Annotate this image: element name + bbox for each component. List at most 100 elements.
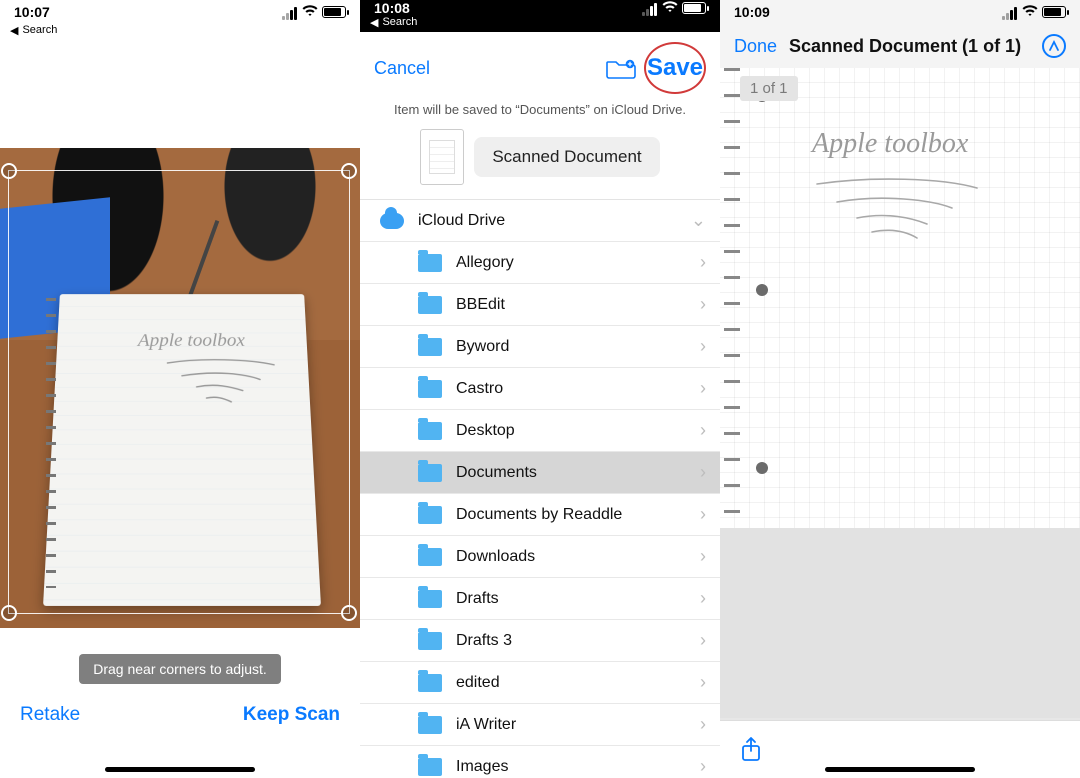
folder-label: Documents	[456, 464, 537, 482]
save-nav-bar: Cancel Save	[360, 32, 720, 102]
screen-save-dialog: 10:08 ◀ Search Cancel Save Item will be …	[360, 0, 720, 778]
battery-icon	[1042, 6, 1066, 18]
folder-item[interactable]: Downloads›	[360, 536, 720, 578]
folder-icon	[418, 716, 442, 734]
page-spiral	[724, 68, 740, 528]
folder-icon	[418, 758, 442, 776]
preview-header: Done Scanned Document (1 of 1)	[720, 24, 1080, 68]
wifi-icon	[662, 0, 678, 16]
back-label-text: Search	[22, 24, 57, 36]
chevron-right-icon: ›	[700, 420, 706, 441]
folder-item[interactable]: Castro ›	[360, 368, 720, 410]
save-destination-hint: Item will be saved to “Documents” on iCl…	[360, 102, 720, 125]
chevron-right-icon: ›	[700, 336, 706, 357]
status-indicators	[282, 4, 346, 20]
preview-empty-space	[720, 528, 1080, 718]
back-to-search[interactable]: ◀ Search	[360, 16, 720, 32]
folder-item[interactable]: Drafts ›	[360, 578, 720, 620]
page-count-badge: 1 of 1	[740, 76, 798, 101]
folder-item[interactable]: edited ›	[360, 662, 720, 704]
folder-icon	[418, 464, 442, 482]
chevron-right-icon: ›	[700, 504, 706, 525]
folder-item[interactable]: Images›	[360, 746, 720, 778]
chevron-right-icon: ›	[700, 714, 706, 735]
folder-item[interactable]: BBEdit›	[360, 284, 720, 326]
hint-toast: Drag near corners to adjust.	[79, 654, 281, 684]
punch-hole	[756, 284, 768, 296]
folder-item[interactable]: Documents ›	[360, 452, 720, 494]
folder-item[interactable]: Byword ›	[360, 326, 720, 368]
document-thumbnail[interactable]	[420, 129, 464, 185]
crop-handle-top-left[interactable]	[1, 163, 17, 179]
folder-icon	[418, 674, 442, 692]
cancel-button[interactable]: Cancel	[374, 58, 430, 79]
screen-preview: 10:09 Done Scanned Document (1 of 1) 1 o…	[720, 0, 1080, 778]
wifi-icon	[302, 4, 318, 20]
folder-root-icloud[interactable]: iCloud Drive ⌄	[360, 200, 720, 242]
folder-icon	[418, 254, 442, 272]
folder-label: Downloads	[456, 548, 535, 566]
folder-label: Byword	[456, 338, 509, 356]
folder-label: Desktop	[456, 422, 515, 440]
markup-icon[interactable]	[1042, 34, 1066, 58]
folder-label: Drafts 3	[456, 632, 512, 650]
folder-icon	[418, 590, 442, 608]
battery-icon	[682, 2, 706, 14]
chevron-right-icon: ›	[700, 672, 706, 693]
chevron-down-icon: ⌄	[691, 210, 706, 231]
status-bar: 10:09	[720, 0, 1080, 24]
crop-frame[interactable]	[8, 170, 350, 614]
share-icon[interactable]	[740, 737, 762, 763]
document-name-field[interactable]: Scanned Document	[474, 137, 659, 177]
cellular-icon	[282, 4, 298, 20]
back-chevron-icon: ◀	[370, 16, 378, 29]
cellular-icon	[642, 0, 658, 16]
folder-label: Documents by Readdle	[456, 506, 622, 524]
screen-scan-adjust: 10:07 ◀ Search Apple toolbox	[0, 0, 360, 778]
save-highlight-ring: Save	[644, 42, 706, 94]
folder-icon	[418, 548, 442, 566]
crop-handle-bottom-right[interactable]	[341, 605, 357, 621]
handwriting-scribble	[812, 174, 982, 254]
keep-scan-button[interactable]: Keep Scan	[243, 704, 340, 726]
chevron-right-icon: ›	[700, 252, 706, 273]
folder-item[interactable]: Desktop ›	[360, 410, 720, 452]
save-button[interactable]: Save	[647, 54, 703, 82]
scanned-page: 1 of 1 Apple toolbox	[720, 68, 1080, 528]
chevron-right-icon: ›	[700, 294, 706, 315]
folder-label: edited	[456, 674, 500, 692]
crop-handle-bottom-left[interactable]	[1, 605, 17, 621]
folder-list[interactable]: iCloud Drive ⌄ Allegory›BBEdit›Byword›Ca…	[360, 199, 720, 778]
crop-handle-top-right[interactable]	[341, 163, 357, 179]
wifi-icon	[1022, 4, 1038, 20]
scan-photo-area[interactable]: Apple toolbox	[0, 148, 360, 628]
folder-item[interactable]: iA Writer ›	[360, 704, 720, 746]
folder-item[interactable]: Allegory›	[360, 242, 720, 284]
preview-area[interactable]: 1 of 1 Apple toolbox	[720, 68, 1080, 778]
home-indicator[interactable]	[825, 767, 975, 772]
folder-label: iCloud Drive	[418, 212, 505, 230]
folder-label: iA Writer	[456, 716, 516, 734]
new-folder-icon[interactable]	[606, 57, 636, 79]
folder-label: Drafts	[456, 590, 499, 608]
back-chevron-icon: ◀	[10, 24, 18, 37]
retake-button[interactable]: Retake	[20, 704, 80, 726]
done-button[interactable]: Done	[734, 36, 777, 57]
chevron-right-icon: ›	[700, 378, 706, 399]
folder-item[interactable]: Documents by Readdle ›	[360, 494, 720, 536]
preview-title: Scanned Document (1 of 1)	[789, 36, 1030, 57]
folder-item[interactable]: Drafts 3 ›	[360, 620, 720, 662]
chevron-right-icon: ›	[700, 462, 706, 483]
chevron-right-icon: ›	[700, 756, 706, 777]
back-to-search[interactable]: ◀ Search	[0, 24, 360, 40]
status-bar: 10:07	[0, 0, 360, 24]
status-time: 10:09	[734, 4, 770, 20]
folder-icon	[418, 422, 442, 440]
battery-icon	[322, 6, 346, 18]
chevron-right-icon: ›	[700, 630, 706, 651]
home-indicator[interactable]	[105, 767, 255, 772]
back-label-text: Search	[382, 16, 417, 28]
folder-label: Castro	[456, 380, 503, 398]
document-header: Scanned Document	[360, 125, 720, 199]
chevron-right-icon: ›	[700, 588, 706, 609]
